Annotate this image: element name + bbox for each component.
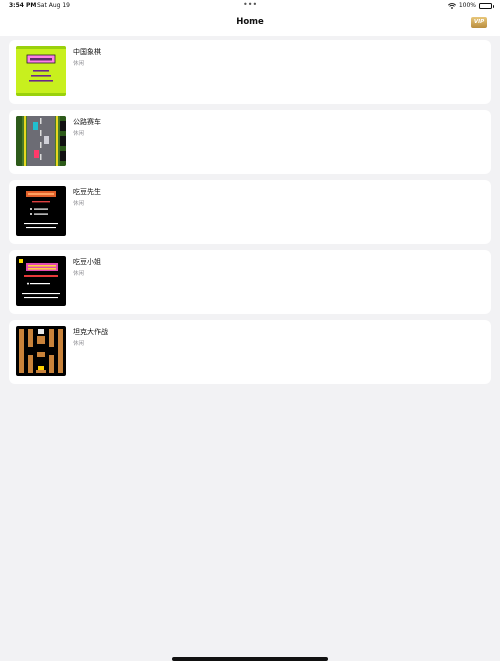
game-thumbnail-road-racing <box>16 116 66 166</box>
multitasking-dots-icon[interactable]: ••• <box>243 0 257 9</box>
game-title: 公路赛车 <box>73 118 101 126</box>
game-category: 休闲 <box>73 201 85 207</box>
game-card-road-racing[interactable]: 公路赛车 休闲 <box>9 110 491 174</box>
navigation-bar: Home VIP <box>0 12 500 36</box>
game-list: 中国象棋 休闲 公路赛车 休闲 吃豆先生 休闲 吃豆小姐 休闲 坦克大作战 休闲 <box>9 40 491 390</box>
home-indicator[interactable] <box>172 657 328 661</box>
game-category: 休闲 <box>73 341 85 347</box>
status-indicators: 100% <box>447 2 494 9</box>
game-title: 吃豆先生 <box>73 188 101 196</box>
page-title: Home <box>236 17 264 27</box>
vip-button[interactable]: VIP <box>471 17 487 28</box>
battery-icon <box>479 2 494 9</box>
status-bar: 3:54 PM Sat Aug 19 ••• 100% <box>0 0 500 12</box>
game-category: 休闲 <box>73 61 85 67</box>
game-card-chinese-chess[interactable]: 中国象棋 休闲 <box>9 40 491 104</box>
game-card-mr-pac[interactable]: 吃豆先生 休闲 <box>9 180 491 244</box>
wifi-icon <box>447 2 456 9</box>
game-title: 坦克大作战 <box>73 328 108 336</box>
battery-percent: 100% <box>458 2 476 9</box>
game-card-tank-battle[interactable]: 坦克大作战 休闲 <box>9 320 491 384</box>
game-title: 中国象棋 <box>73 48 101 56</box>
game-thumbnail-mr-pac <box>16 186 66 236</box>
status-date: Sat Aug 19 <box>37 2 71 9</box>
game-title: 吃豆小姐 <box>73 258 101 266</box>
game-category: 休闲 <box>73 271 85 277</box>
status-time: 3:54 PM <box>9 2 37 9</box>
game-thumbnail-ms-pac <box>16 256 66 306</box>
game-card-ms-pac[interactable]: 吃豆小姐 休闲 <box>9 250 491 314</box>
game-category: 休闲 <box>73 131 85 137</box>
game-thumbnail-chinese-chess <box>16 46 66 96</box>
game-thumbnail-tank-battle <box>16 326 66 376</box>
